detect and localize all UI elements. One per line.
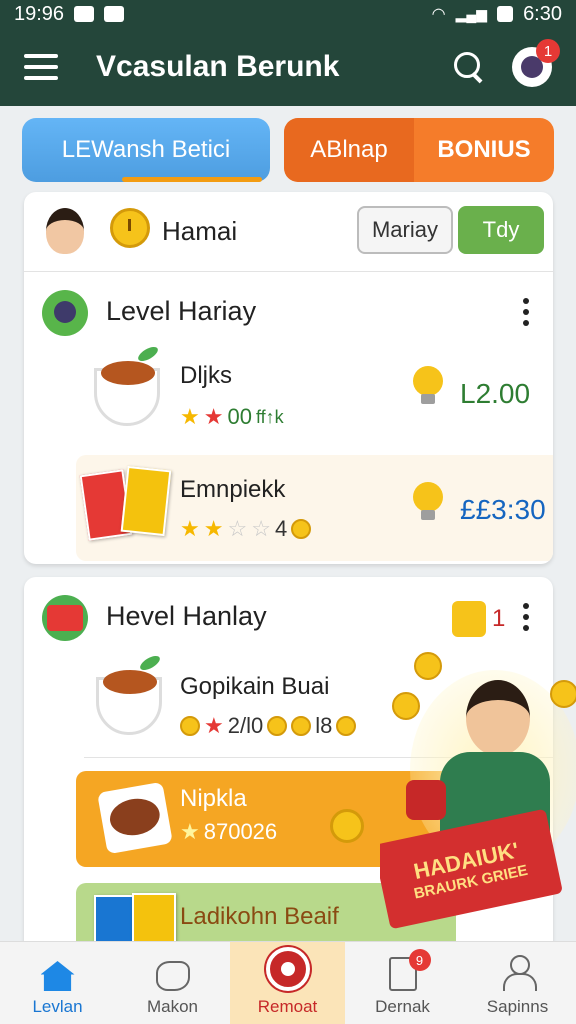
user-avatar[interactable] xyxy=(46,208,84,254)
promo-ribbon: HADAIUK' BRAURK GRIEE xyxy=(380,808,564,930)
character-head xyxy=(466,680,530,756)
nav-item-sapinns[interactable]: Sapinns xyxy=(460,942,575,1024)
status-time: 19:96 xyxy=(14,2,65,25)
gift-box-icon xyxy=(406,780,446,820)
level-badge-icon xyxy=(42,595,88,641)
star-icon: ★ xyxy=(180,516,200,541)
food-bowl-icon xyxy=(96,670,162,735)
item-score: 4 xyxy=(274,516,288,541)
map-icon xyxy=(155,961,190,991)
app-bar: Vcasulan Berunk 1 xyxy=(0,28,576,106)
bulb-icon xyxy=(412,482,444,522)
gift-icon[interactable] xyxy=(452,601,486,637)
wifi-icon: ◠ xyxy=(431,6,446,23)
home-icon xyxy=(40,961,75,991)
gift-count: 1 xyxy=(492,605,506,632)
item-name: Nipkla xyxy=(180,785,247,812)
more-options-icon[interactable] xyxy=(522,603,530,631)
tab-bar: LEWansh Betici ABlnap BONIUS xyxy=(22,118,554,184)
level-header: Hevel Hanlay 1 xyxy=(24,585,553,645)
item-name: Dljks xyxy=(180,362,232,389)
person-icon xyxy=(501,955,537,991)
target-icon xyxy=(265,947,310,991)
nav-item-makon[interactable]: Makon xyxy=(115,942,230,1024)
item-price: ££3:30 xyxy=(460,494,546,525)
nav-label: Sapinns xyxy=(486,997,549,1016)
star-icon: ☆ xyxy=(251,516,271,541)
mariay-button[interactable]: Mariay xyxy=(357,206,453,254)
user-row: Hamai Mariay Tdy xyxy=(24,192,553,272)
star-icon: ☆ xyxy=(227,516,248,541)
item-name: Gopikain Buai xyxy=(180,673,330,700)
coin-icon xyxy=(414,652,442,680)
item-rating: ★ 870026 xyxy=(180,819,277,845)
tab-right-group: ABlnap BONIUS xyxy=(284,118,554,182)
level-header: Level Hariay xyxy=(24,280,553,340)
nav-label: Makon xyxy=(146,997,199,1016)
notification-badge: 1 xyxy=(536,39,560,63)
level-card-1: Hamai Mariay Tdy Level Hariay Dljks ★ ★ … xyxy=(24,192,553,564)
battery-icon xyxy=(497,6,514,22)
coin-icon xyxy=(392,692,420,720)
star-icon: ★ xyxy=(203,516,224,541)
status-right-time: 6:30 xyxy=(523,2,562,25)
tab-left[interactable]: LEWansh Betici xyxy=(22,118,270,182)
more-options-icon[interactable] xyxy=(522,298,530,326)
item-name: Ladikohn Beaif xyxy=(180,903,339,930)
tab-ablnap[interactable]: ABlnap xyxy=(284,118,414,182)
coin-icon xyxy=(330,809,364,843)
coin-icon xyxy=(291,716,312,736)
level-title: Level Hariay xyxy=(106,296,257,326)
coin-icon xyxy=(291,519,312,539)
item-score: 870026 xyxy=(203,819,278,844)
nav-item-levlan[interactable]: Levlan xyxy=(0,942,115,1024)
bulb-icon xyxy=(412,366,444,406)
status-bar: 19:96 ◠ ▂▄▆ 6:30 xyxy=(0,0,576,28)
star-icon: ★ xyxy=(204,713,224,738)
star-icon: ★ xyxy=(203,404,224,429)
promo-illustration[interactable]: HADAIUK' BRAURK GRIEE xyxy=(380,640,576,940)
menu-icon[interactable] xyxy=(24,54,58,80)
tab-bonus[interactable]: BONIUS xyxy=(414,118,554,182)
nav-item-remoat[interactable]: Remoat xyxy=(230,942,345,1024)
coin-icon xyxy=(550,680,576,708)
item-trend: ff↑k xyxy=(255,406,284,427)
tdy-button[interactable]: Tdy xyxy=(458,206,544,254)
item-score: 2/l0 xyxy=(227,713,264,738)
coin-icon xyxy=(267,716,288,736)
coin-icon xyxy=(336,716,357,736)
mail-icon xyxy=(74,6,95,22)
item-score: 00 xyxy=(227,404,252,429)
signal-icon: ▂▄▆ xyxy=(455,5,488,22)
profile-avatar[interactable]: 1 xyxy=(512,39,560,87)
coin-icon xyxy=(180,716,200,736)
nav-label: Remoat xyxy=(257,997,318,1016)
bottom-navigation: Levlan Makon Remoat 9 Dernak Sapinns xyxy=(0,941,576,1024)
item-rating: ★ 2/l0 l8 xyxy=(180,713,357,739)
app-title: Vcasulan Berunk xyxy=(96,50,340,83)
item-rating: ★ ★ 00 ff↑k xyxy=(180,404,284,430)
food-bowl-icon xyxy=(94,361,160,426)
item-score-b: l8 xyxy=(315,713,333,738)
clock-icon xyxy=(110,208,150,248)
search-icon[interactable] xyxy=(452,50,486,84)
nav-badge: 9 xyxy=(408,949,431,971)
item-name: Emnpiekk xyxy=(180,476,286,503)
notification-icon xyxy=(104,6,125,22)
item-price: L2.00 xyxy=(460,378,531,409)
item-rating: ★ ★ ☆ ☆ 4 xyxy=(180,516,312,542)
level-icon xyxy=(42,290,88,336)
book-icon xyxy=(120,465,172,537)
user-name: Hamai xyxy=(162,216,238,246)
food-plate-icon xyxy=(97,781,173,855)
star-icon: ★ xyxy=(180,404,200,429)
level-title: Hevel Hanlay xyxy=(106,601,267,631)
document-icon: 9 xyxy=(388,949,431,991)
star-icon: ★ xyxy=(180,819,200,844)
nav-item-dernak[interactable]: 9 Dernak xyxy=(345,942,460,1024)
nav-label: Levlan xyxy=(32,997,83,1016)
nav-label: Dernak xyxy=(375,997,430,1016)
